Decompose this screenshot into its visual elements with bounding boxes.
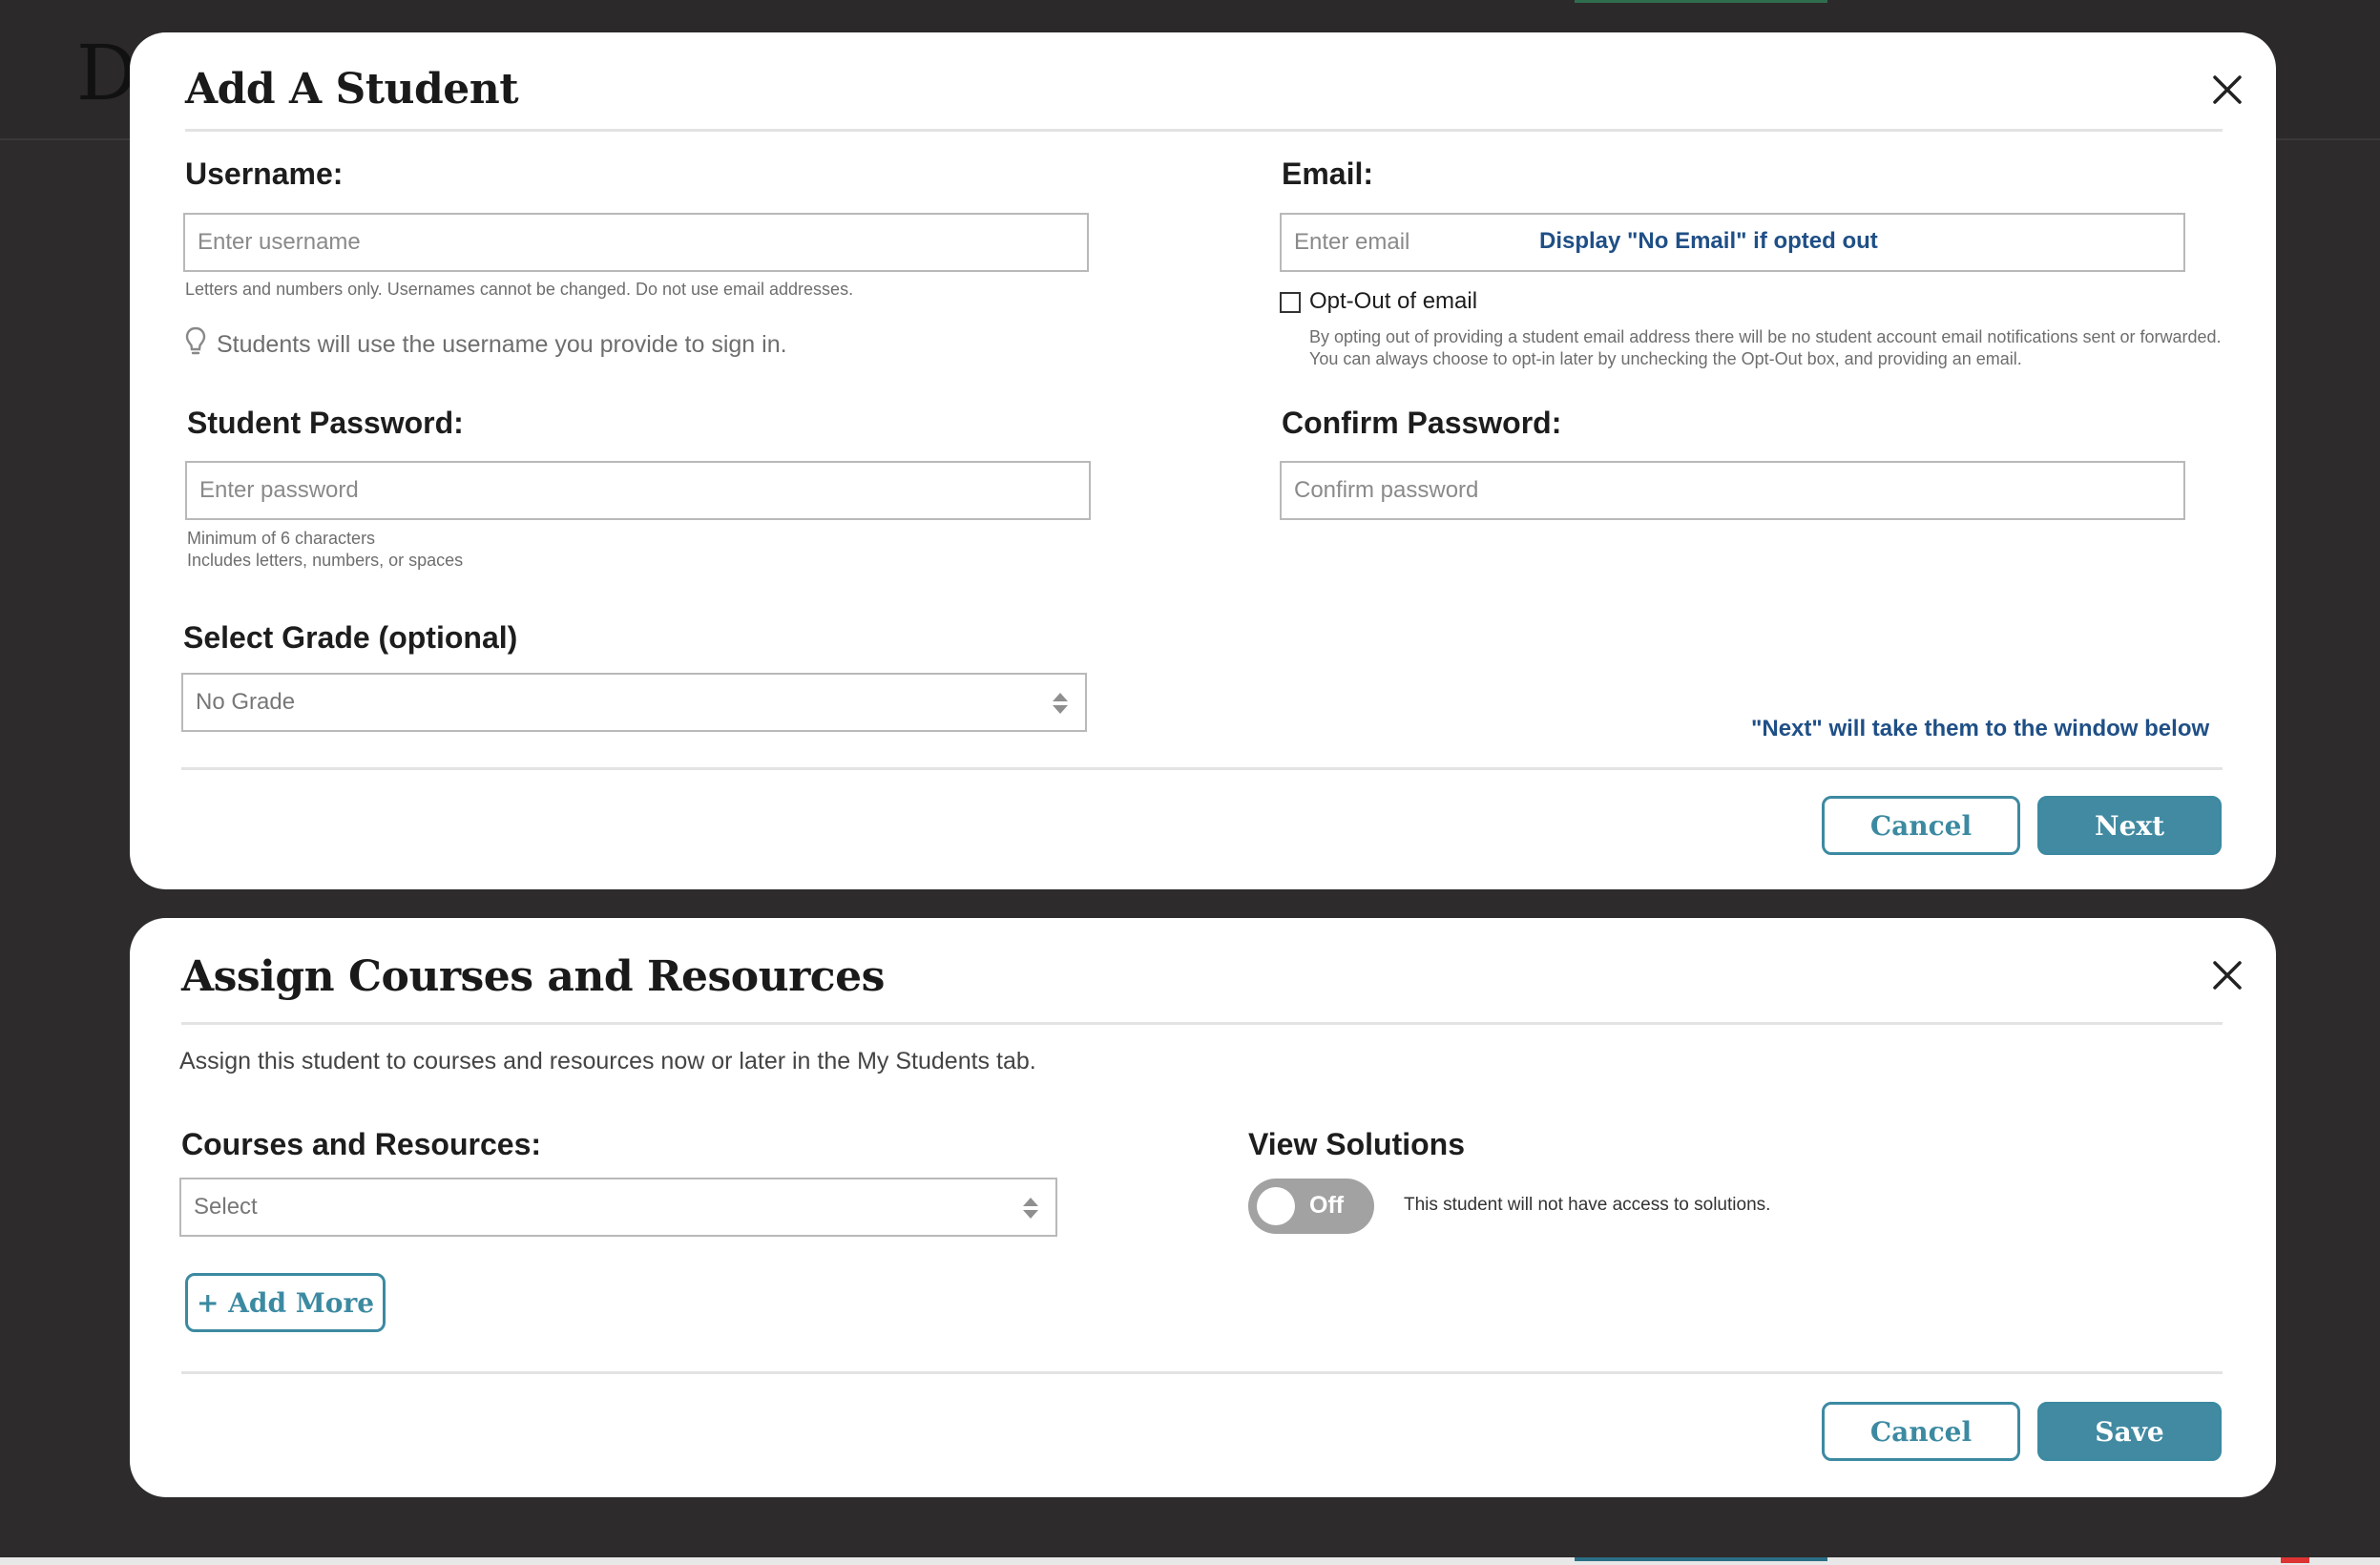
next-annotation: "Next" will take them to the window belo… xyxy=(1751,716,2210,741)
confirm-password-input[interactable] xyxy=(1280,461,2185,520)
background-footer-marker xyxy=(2281,1557,2309,1563)
assign-courses-title: Assign Courses and Resources xyxy=(181,952,885,1001)
title-divider xyxy=(185,129,2223,132)
courses-select[interactable]: Select xyxy=(179,1178,1057,1237)
username-hint: Letters and numbers only. Usernames cann… xyxy=(185,280,854,299)
assign-courses-subtitle: Assign this student to courses and resou… xyxy=(179,1048,1036,1075)
password-input[interactable] xyxy=(185,461,1091,520)
grade-select-value: No Grade xyxy=(196,689,296,715)
toggle-state-text: Off xyxy=(1309,1192,1345,1219)
username-tip: Students will use the username you provi… xyxy=(217,331,787,358)
next-button[interactable]: Next xyxy=(2037,796,2222,855)
opt-out-label[interactable]: Opt-Out of email xyxy=(1309,288,1477,315)
username-label: Username: xyxy=(185,156,344,191)
opt-out-description: By opting out of providing a student ema… xyxy=(1309,327,2222,368)
add-student-title: Add A Student xyxy=(185,65,519,114)
close-icon[interactable] xyxy=(2210,958,2244,992)
background-footer xyxy=(0,1557,2380,1565)
footer-divider xyxy=(181,1371,2223,1374)
cancel-button[interactable]: Cancel xyxy=(1822,1402,2020,1461)
assign-courses-modal: Assign Courses and Resources Assign this… xyxy=(130,918,2276,1497)
password-hint-length: Minimum of 6 characters xyxy=(187,529,376,548)
courses-label: Courses and Resources: xyxy=(181,1127,542,1161)
password-label: Student Password: xyxy=(187,406,464,440)
add-more-button[interactable]: + Add More xyxy=(185,1273,386,1332)
add-student-modal: Add A Student Username: Letters and numb… xyxy=(130,32,2276,889)
save-button[interactable]: Save xyxy=(2037,1402,2222,1461)
email-label: Email: xyxy=(1282,156,1374,191)
cancel-button[interactable]: Cancel xyxy=(1822,796,2020,855)
lightbulb-icon xyxy=(185,326,206,359)
courses-select-value: Select xyxy=(194,1194,258,1220)
background-accent-bar xyxy=(1575,0,1827,3)
grade-select[interactable]: No Grade xyxy=(181,673,1087,732)
confirm-password-label: Confirm Password: xyxy=(1282,406,1562,440)
title-divider xyxy=(181,1022,2223,1025)
opt-out-checkbox[interactable] xyxy=(1280,292,1301,313)
view-solutions-label: View Solutions xyxy=(1248,1127,1465,1161)
password-hint-chars: Includes letters, numbers, or spaces xyxy=(187,551,464,570)
footer-divider xyxy=(181,767,2223,770)
background-footer-accent xyxy=(1575,1557,1827,1561)
view-solutions-description: This student will not have access to sol… xyxy=(1404,1195,1771,1215)
toggle-knob xyxy=(1257,1187,1295,1225)
close-icon[interactable] xyxy=(2210,73,2244,107)
username-input[interactable] xyxy=(183,213,1089,272)
grade-label: Select Grade (optional) xyxy=(183,620,518,655)
no-email-annotation: Display "No Email" if opted out xyxy=(1539,228,1878,254)
sort-arrows-icon xyxy=(1021,1195,1040,1221)
view-solutions-toggle[interactable]: Off xyxy=(1248,1179,1374,1234)
sort-arrows-icon xyxy=(1051,690,1070,717)
